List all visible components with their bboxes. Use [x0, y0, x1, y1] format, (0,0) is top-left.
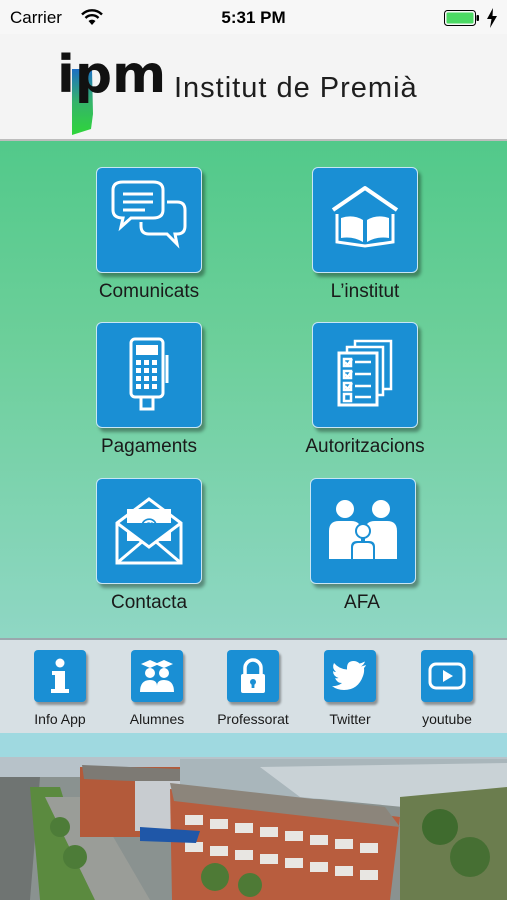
toolbar-label-twitter: Twitter: [329, 711, 371, 727]
svg-text:ipm: ipm: [57, 45, 165, 105]
menu-tile-autoritzacions[interactable]: [312, 322, 422, 432]
toolbar-item-professorat[interactable]: Professorat: [205, 650, 301, 730]
chat-bubbles-icon: [111, 180, 187, 249]
school-aerial-photo: [0, 757, 507, 900]
menu-label-afa[interactable]: AFA: [262, 592, 462, 614]
toolbar-item-youtube[interactable]: youtube: [399, 650, 495, 730]
status-bar: Carrier 5:31 PM: [0, 0, 507, 34]
clock: 5:31 PM: [221, 8, 286, 27]
menu-label-autoritzacions[interactable]: Autoritzacions: [265, 436, 465, 458]
menu-tile-afa[interactable]: [310, 478, 420, 588]
family-icon: [329, 500, 397, 559]
toolbar-item-alumnes[interactable]: Alumnes: [109, 650, 205, 730]
toolbar-item-twitter[interactable]: Twitter: [302, 650, 398, 730]
twitter-icon: [332, 661, 366, 690]
menu-label-contacta[interactable]: Contacta: [49, 592, 249, 614]
divider-band: [0, 733, 507, 757]
toolbar-label-youtube: youtube: [422, 711, 472, 727]
menu-label-comunicats[interactable]: Comunicats: [49, 281, 249, 303]
school-logo: ipm: [57, 45, 165, 135]
main-menu: Comunicats L’institut Pagaments Autoritz…: [0, 141, 507, 638]
battery-icon: [444, 10, 479, 26]
page-title: Institut de Premià: [174, 72, 418, 104]
menu-tile-contacta[interactable]: @: [96, 478, 206, 588]
toolbar-label-alumnes: Alumnes: [129, 711, 185, 727]
toolbar-item-info-app[interactable]: Info App: [12, 650, 108, 730]
email-envelope-icon: @: [115, 497, 183, 565]
menu-tile-comunicats[interactable]: [96, 167, 206, 277]
students-icon: [140, 660, 174, 692]
lock-icon: [241, 658, 265, 693]
menu-label-institut[interactable]: L’institut: [265, 281, 465, 303]
menu-tile-institut[interactable]: [312, 167, 422, 277]
toolbar-label-professorat: Professorat: [217, 711, 289, 727]
checklist-documents-icon: [337, 339, 393, 407]
payment-terminal-icon: [129, 337, 169, 411]
youtube-icon: [428, 662, 466, 690]
menu-tile-pagaments[interactable]: [96, 322, 206, 432]
app-header: ipm Institut de Premià: [0, 34, 507, 141]
info-icon: [51, 658, 69, 693]
toolbar-label-info-app: Info App: [34, 711, 86, 727]
charging-icon: [487, 8, 497, 28]
menu-label-pagaments[interactable]: Pagaments: [49, 436, 249, 458]
school-book-icon: [331, 186, 399, 248]
bottom-toolbar: Info App Alumnes Professorat Twitter you…: [0, 638, 507, 735]
